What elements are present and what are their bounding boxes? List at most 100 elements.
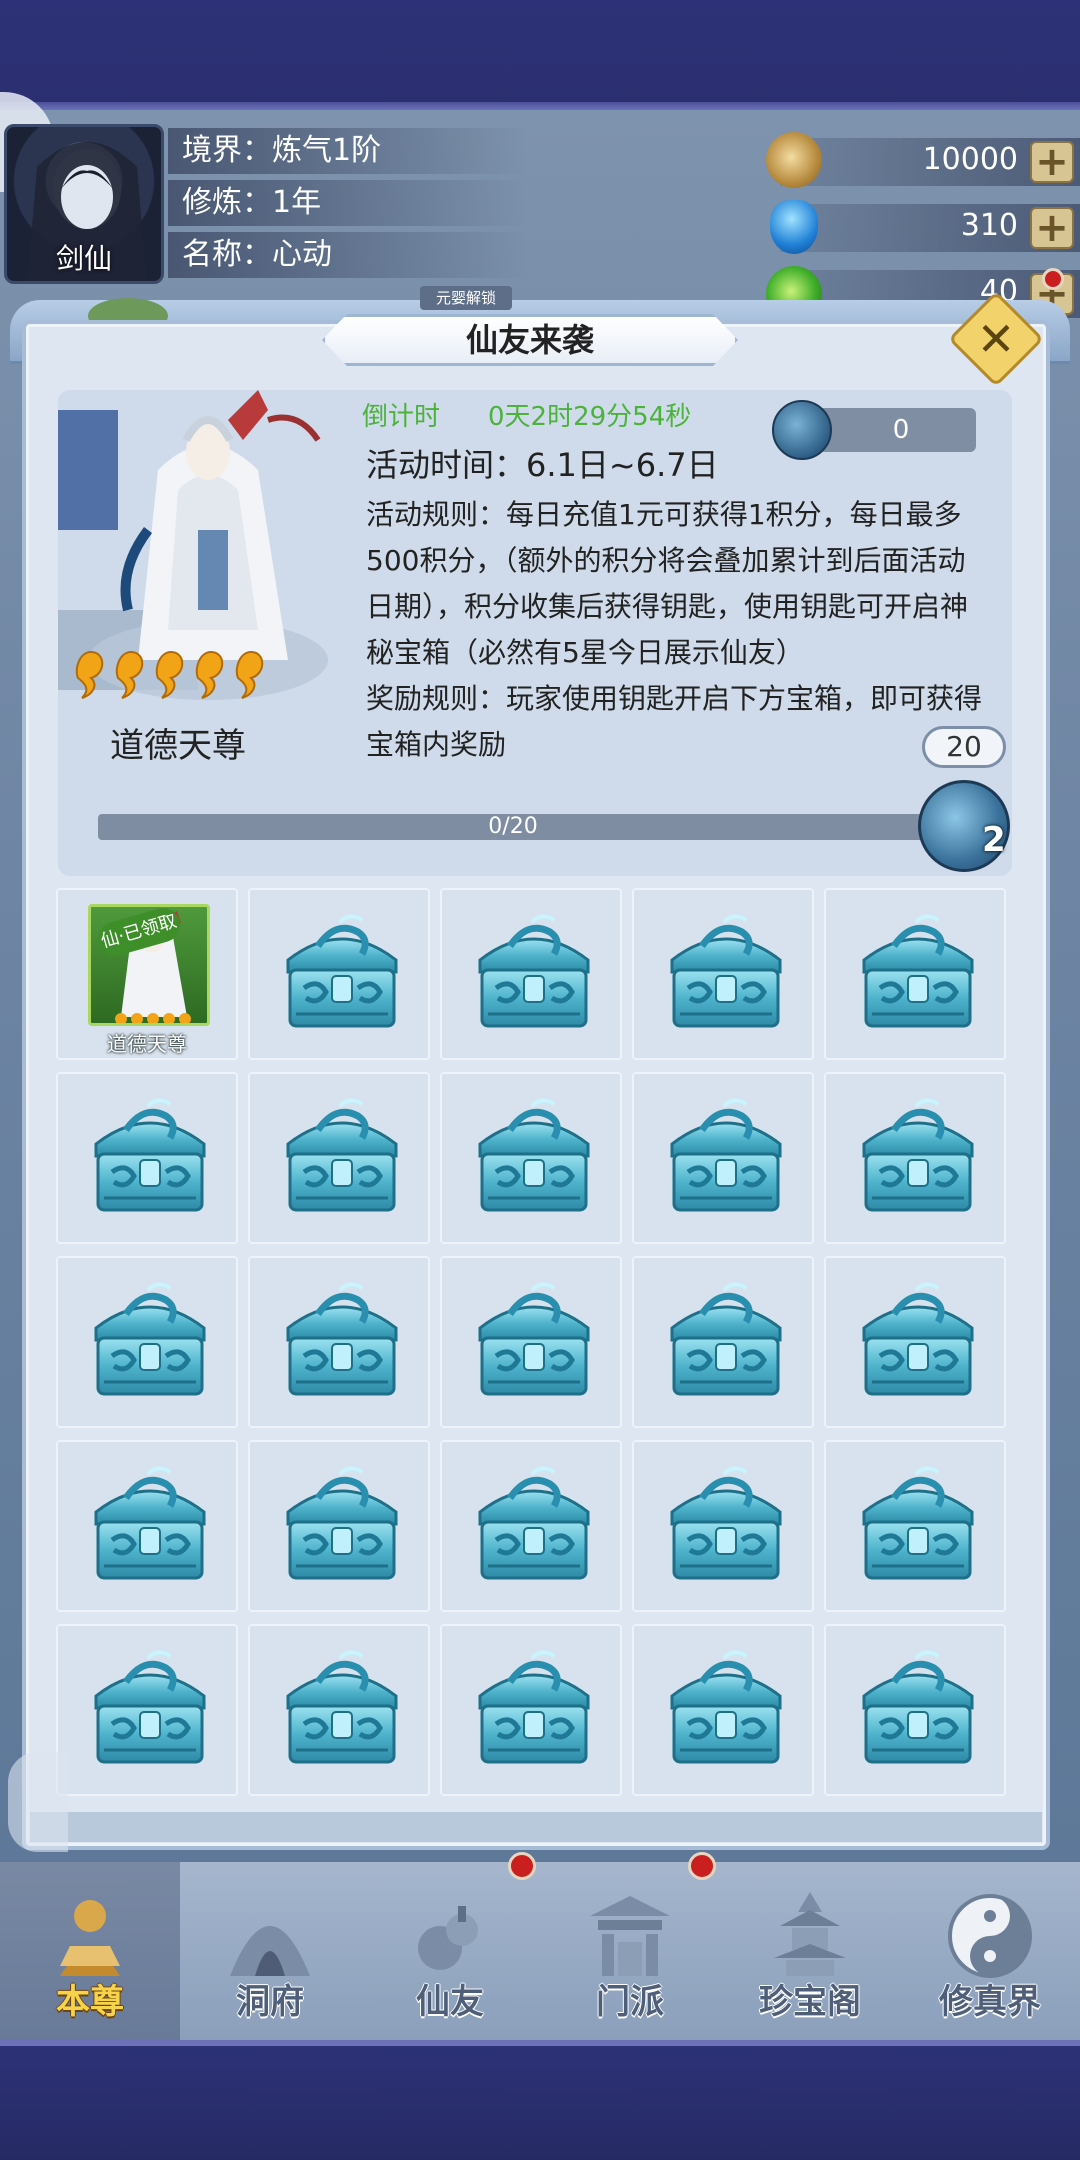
treasure-chest-icon xyxy=(286,914,398,1028)
progress-bar: 0/20 xyxy=(98,814,928,840)
star-icon xyxy=(115,650,144,699)
chest-cell[interactable] xyxy=(248,1440,430,1612)
chest-cell[interactable] xyxy=(824,1072,1006,1244)
nav-menpai[interactable]: 门派 xyxy=(540,1862,720,2040)
gold-ingot-icon xyxy=(766,132,822,188)
nav-xianyou[interactable]: 仙友 xyxy=(360,1862,540,2040)
treasure-chest-icon xyxy=(286,1466,398,1580)
chest-cell[interactable] xyxy=(248,1256,430,1428)
goal-badge: 20 xyxy=(922,726,1006,768)
star-icon xyxy=(195,650,224,699)
top-band xyxy=(0,0,1080,110)
close-icon: ✕ xyxy=(976,312,1016,366)
nav-dongfu[interactable]: 洞府 xyxy=(180,1862,360,2040)
treasure-chest-icon xyxy=(94,1466,206,1580)
chest-cell[interactable] xyxy=(824,888,1006,1060)
crystal-value: 310 xyxy=(960,208,1018,243)
treasure-chest-icon xyxy=(670,1098,782,1212)
nav-label: 洞府 xyxy=(236,1982,304,2022)
chest-cell[interactable] xyxy=(632,1256,814,1428)
chest-cell[interactable] xyxy=(440,1256,622,1428)
chest-cell[interactable] xyxy=(824,1440,1006,1612)
side-handle[interactable] xyxy=(8,1752,68,1852)
treasure-chest-icon xyxy=(670,1650,782,1764)
treasure-chest-icon xyxy=(670,914,782,1028)
dialog-title: 仙友来袭 xyxy=(322,314,738,366)
progress-text: 0/20 xyxy=(488,814,538,839)
notification-dot xyxy=(688,1852,716,1880)
nav-xiuzhenjie[interactable]: 修真界 xyxy=(900,1862,1080,2040)
chest-cell[interactable] xyxy=(632,1440,814,1612)
countdown-label: 倒计时 xyxy=(362,402,441,432)
notification-dot xyxy=(508,1852,536,1880)
notification-dot xyxy=(1042,268,1064,290)
treasure-chest-icon xyxy=(862,1466,974,1580)
nav-label: 门派 xyxy=(596,1982,664,2022)
treasure-chest-icon xyxy=(286,1282,398,1396)
nav-benzun[interactable]: 本尊 xyxy=(0,1862,180,2040)
hero-name: 道德天尊 xyxy=(110,726,246,766)
treasure-chest-icon xyxy=(862,1650,974,1764)
player-avatar[interactable]: 剑仙 xyxy=(4,124,164,284)
unlock-tag: 元婴解锁 xyxy=(420,286,512,310)
reward-rules-text: 奖励规则：玩家使用钥匙开启下方宝箱，即可获得宝箱内奖励 xyxy=(366,682,983,761)
star-icon xyxy=(235,650,264,699)
chest-cell[interactable] xyxy=(56,1256,238,1428)
chest-cell[interactable] xyxy=(824,1624,1006,1796)
key-coin-icon xyxy=(772,400,832,460)
bottom-band xyxy=(0,2040,1080,2160)
treasure-chest-icon xyxy=(478,914,590,1028)
name-row: 名称：心动 xyxy=(168,232,528,278)
chest-cell[interactable] xyxy=(440,888,622,1060)
gold-value: 10000 xyxy=(922,142,1018,177)
treasure-chest-icon xyxy=(286,1650,398,1764)
chest-cell[interactable] xyxy=(56,1624,238,1796)
star-icon xyxy=(155,650,184,699)
chest-cell[interactable] xyxy=(632,1072,814,1244)
add-gold-button[interactable]: + xyxy=(1030,141,1074,183)
reward-cell[interactable]: 仙·已领取 道德天尊 xyxy=(56,888,238,1060)
nav-label: 仙友 xyxy=(416,1982,484,2022)
treasure-chest-icon xyxy=(670,1282,782,1396)
yin-yang-icon xyxy=(948,1894,1032,1978)
activity-time: 活动时间：6.1日~6.7日 xyxy=(366,446,719,484)
avatar-label: 剑仙 xyxy=(55,242,112,275)
realm-row: 境界：炼气1阶 xyxy=(168,128,528,174)
resource-crystal: 310 + xyxy=(780,204,1080,252)
chest-cell[interactable] xyxy=(248,1624,430,1796)
pagoda-icon xyxy=(774,1892,846,1976)
event-rules: 活动规则：每日充值1元可获得1积分，每日最多500积分，（额外的积分将会叠加累计… xyxy=(366,492,986,768)
chest-cell[interactable] xyxy=(632,888,814,1060)
bottom-nav: 本尊 洞府 仙友 门派 珍宝阁 修真界 xyxy=(0,1862,1080,2040)
treasure-chest-icon xyxy=(862,1098,974,1212)
hero-stars xyxy=(72,648,272,704)
chest-grid: 仙·已领取 道德天尊 xyxy=(56,888,1010,1796)
chest-cell[interactable] xyxy=(824,1256,1006,1428)
sect-gate-icon xyxy=(590,1896,670,1976)
chest-cell[interactable] xyxy=(248,888,430,1060)
chest-cell[interactable] xyxy=(56,1440,238,1612)
nav-label: 珍宝阁 xyxy=(759,1982,861,2022)
hero-reward-card: 仙·已领取 xyxy=(88,904,210,1026)
chest-cell[interactable] xyxy=(632,1624,814,1796)
treasure-chest-icon xyxy=(94,1098,206,1212)
cave-icon xyxy=(230,1926,310,1976)
chest-cell[interactable] xyxy=(440,1072,622,1244)
treasure-chest-icon xyxy=(478,1466,590,1580)
key-count: 2 xyxy=(982,820,1006,860)
cultivation-row: 修炼：1年 xyxy=(168,180,528,226)
dialog-footer xyxy=(30,1812,1042,1842)
reward-name: 道德天尊 xyxy=(107,1032,187,1056)
gourd-icon xyxy=(418,1906,478,1970)
chest-cell[interactable] xyxy=(56,1072,238,1244)
nav-zhenbaoge[interactable]: 珍宝阁 xyxy=(720,1862,900,2040)
treasure-chest-icon xyxy=(478,1650,590,1764)
chest-cell[interactable] xyxy=(248,1072,430,1244)
star-icon xyxy=(75,650,104,699)
nav-label: 本尊 xyxy=(56,1982,124,2022)
chest-cell[interactable] xyxy=(440,1624,622,1796)
add-crystal-button[interactable]: + xyxy=(1030,207,1074,249)
chest-cell[interactable] xyxy=(440,1440,622,1612)
treasure-chest-icon xyxy=(94,1650,206,1764)
treasure-chest-icon xyxy=(478,1282,590,1396)
